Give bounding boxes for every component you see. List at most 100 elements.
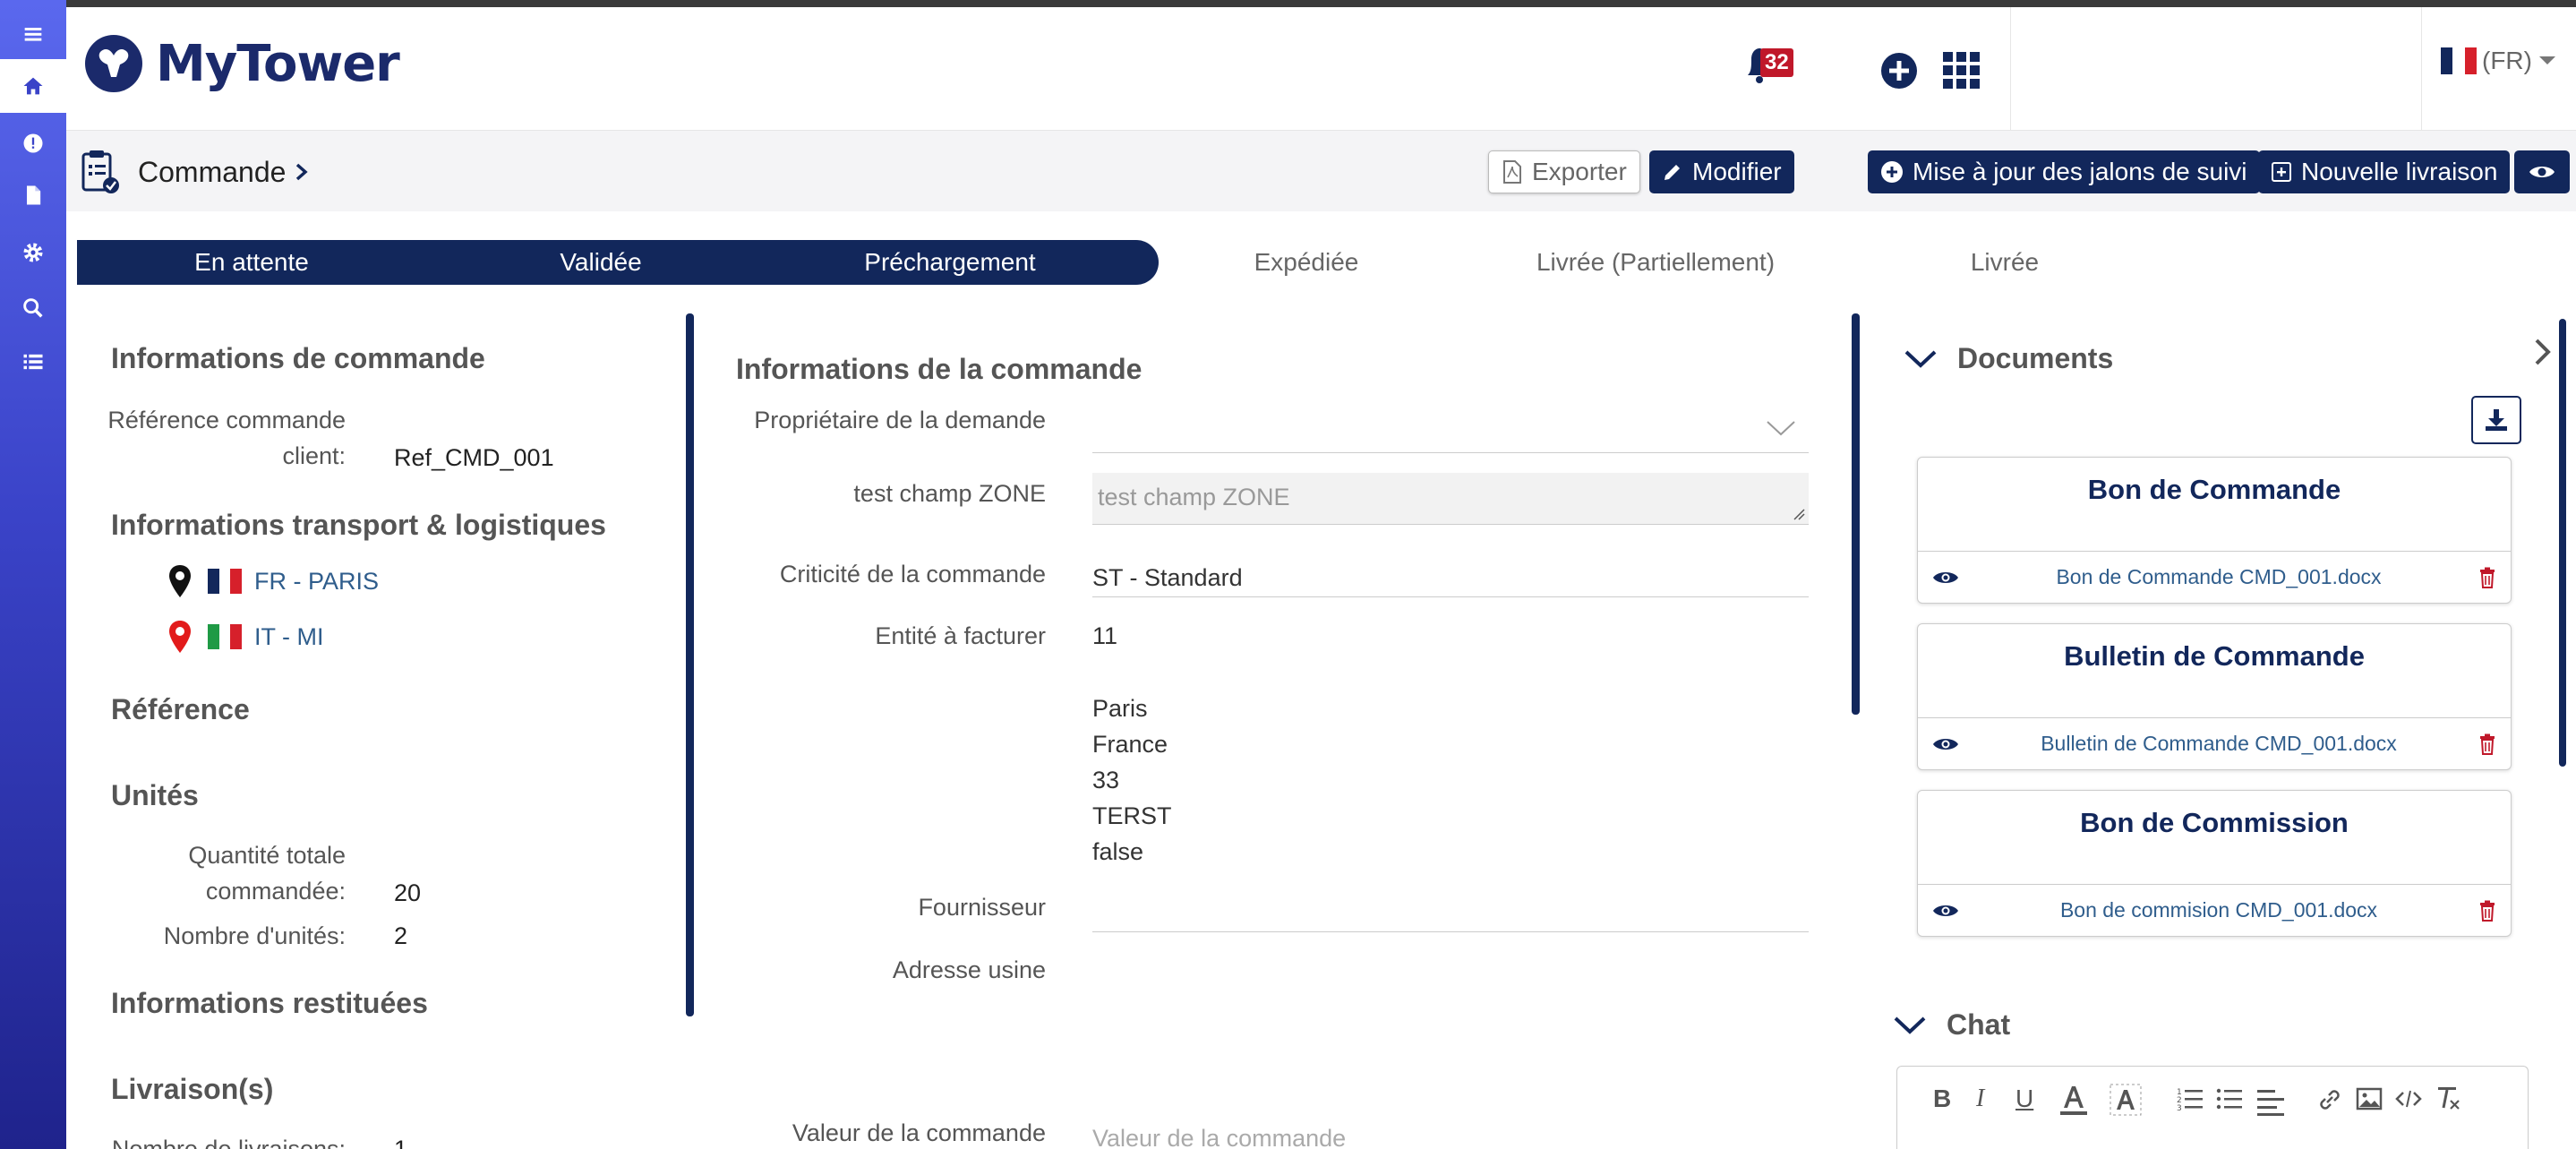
zone-textarea[interactable]: test champ ZONE bbox=[1092, 473, 1809, 525]
italic-button[interactable]: I bbox=[1976, 1085, 1984, 1113]
documents-accordion-header[interactable]: Documents bbox=[1904, 342, 2113, 375]
client-ref-label-cont: client: bbox=[282, 442, 346, 469]
document-footer: Bulletin de Commande CMD_001.docx bbox=[1918, 717, 2511, 769]
billing-address-line: 33 bbox=[1092, 767, 1120, 793]
transport-title: Informations transport & logistiques bbox=[111, 509, 606, 541]
criticity-value[interactable]: ST - Standard bbox=[1092, 564, 1243, 592]
deliveries-count-value: 1 bbox=[394, 1136, 408, 1149]
view-button[interactable] bbox=[2514, 150, 2570, 193]
document-footer: Bon de commision CMD_001.docx bbox=[1918, 884, 2511, 936]
route-destination[interactable]: IT - MI bbox=[168, 620, 324, 654]
svg-text:3: 3 bbox=[2177, 1104, 2182, 1111]
document-footer: Bon de Commande CMD_001.docx bbox=[1918, 551, 2511, 603]
reference-title: Référence bbox=[111, 693, 250, 725]
alert-icon[interactable] bbox=[0, 116, 66, 170]
update-milestones-button[interactable]: Mise à jour des jalons de suivi bbox=[1868, 150, 2260, 193]
billing-entity-value: 11 bbox=[1092, 622, 1118, 649]
bold-button[interactable]: B bbox=[1933, 1085, 1951, 1113]
criticity-underline bbox=[1092, 596, 1809, 597]
units-title: Unités bbox=[111, 779, 199, 811]
collapse-panel-chevron-icon[interactable] bbox=[2532, 337, 2554, 367]
app-header: MyTower bbox=[66, 7, 2576, 131]
clipboard-check-icon bbox=[81, 150, 119, 193]
download-all-button[interactable] bbox=[2471, 396, 2521, 444]
trash-icon[interactable] bbox=[2478, 567, 2496, 588]
chat-accordion-header[interactable]: Chat bbox=[1893, 1008, 2010, 1042]
new-delivery-button[interactable]: Nouvelle livraison bbox=[2258, 150, 2511, 193]
step-prechargement[interactable]: Préchargement bbox=[775, 240, 1125, 285]
total-qty-value: 20 bbox=[394, 879, 422, 906]
app-logo[interactable]: MyTower bbox=[84, 34, 400, 93]
edit-button[interactable]: Modifier bbox=[1649, 150, 1794, 193]
billing-address-line: Paris bbox=[1092, 695, 1148, 722]
units-count-value: 2 bbox=[394, 922, 408, 949]
code-icon[interactable] bbox=[2395, 1088, 2422, 1110]
app-name: MyTower bbox=[156, 34, 400, 93]
document-card: Bon de Commande Bon de Commande CMD_001.… bbox=[1917, 457, 2512, 604]
language-selector[interactable]: (FR) bbox=[2441, 47, 2557, 75]
clear-formatting-icon[interactable] bbox=[2435, 1085, 2461, 1111]
resize-handle-icon[interactable] bbox=[1793, 508, 1805, 520]
export-button[interactable]: Exporter bbox=[1488, 150, 1640, 193]
chevron-down-icon bbox=[1904, 350, 1937, 368]
order-details-title: Informations de la commande bbox=[736, 353, 1143, 385]
document-icon[interactable] bbox=[0, 168, 66, 222]
right-panel-scrollbar[interactable] bbox=[2559, 319, 2566, 767]
ordered-list-icon[interactable]: 123 bbox=[2177, 1086, 2204, 1111]
chevron-right-icon bbox=[296, 163, 309, 181]
step-expediee[interactable]: Expédiée bbox=[1132, 240, 1481, 285]
supplier-field[interactable] bbox=[1092, 878, 1809, 921]
step-livree-partiellement[interactable]: Livrée (Partiellement) bbox=[1481, 240, 1830, 285]
document-file-link[interactable]: Bon de commision CMD_001.docx bbox=[2060, 898, 2377, 922]
list-icon[interactable] bbox=[0, 335, 66, 389]
middle-panel-scrollbar[interactable] bbox=[1852, 313, 1860, 715]
header-divider bbox=[2010, 7, 2011, 131]
returned-info-title: Informations restituées bbox=[111, 987, 428, 1019]
top-strip bbox=[0, 0, 2576, 7]
status-stepper: En attente Validée Préchargement Expédié… bbox=[66, 211, 2576, 313]
underline-button[interactable]: U bbox=[2015, 1085, 2033, 1113]
document-file-link[interactable]: Bulletin de Commande CMD_001.docx bbox=[2041, 732, 2397, 756]
search-icon[interactable] bbox=[0, 281, 66, 335]
order-info-title: Informations de commande bbox=[111, 342, 485, 374]
factory-address-field[interactable] bbox=[1092, 949, 1809, 1057]
eye-icon[interactable] bbox=[1932, 902, 1959, 920]
text-color-icon[interactable] bbox=[2058, 1083, 2089, 1117]
owner-select[interactable] bbox=[1092, 403, 1809, 453]
step-livree[interactable]: Livrée bbox=[1830, 240, 2179, 285]
trash-icon[interactable] bbox=[2478, 733, 2496, 755]
eye-icon[interactable] bbox=[1932, 569, 1959, 587]
order-details-form: Informations de la commande Propriétaire… bbox=[697, 313, 1852, 1149]
route-origin[interactable]: FR - PARIS bbox=[168, 564, 379, 598]
criticity-label: Criticité de la commande bbox=[779, 561, 1046, 587]
bullet-list-icon[interactable] bbox=[2216, 1086, 2243, 1111]
document-card: Bon de Commission Bon de commision CMD_0… bbox=[1917, 790, 2512, 937]
deliveries-title: Livraison(s) bbox=[111, 1073, 274, 1105]
add-circle-icon[interactable] bbox=[1880, 52, 1918, 90]
plus-circle-icon bbox=[1881, 161, 1903, 183]
link-icon[interactable] bbox=[2316, 1086, 2343, 1113]
menu-icon[interactable] bbox=[0, 7, 66, 61]
chevron-down-icon bbox=[1767, 421, 1795, 436]
document-file-link[interactable]: Bon de Commande CMD_001.docx bbox=[2056, 565, 2381, 589]
breadcrumb-current[interactable]: Commande bbox=[138, 156, 286, 189]
home-icon[interactable] bbox=[0, 59, 66, 113]
language-label: (FR) bbox=[2482, 47, 2532, 74]
left-panel-scrollbar[interactable] bbox=[686, 313, 694, 1016]
order-value-input[interactable]: Valeur de la commande bbox=[1092, 1125, 1346, 1149]
step-en-attente[interactable]: En attente bbox=[77, 240, 426, 285]
notifications-count-badge[interactable]: 32 bbox=[1760, 48, 1793, 77]
breadcrumb: Commande bbox=[81, 149, 309, 195]
settings-icon[interactable] bbox=[0, 226, 66, 279]
supplier-label: Fournisseur bbox=[918, 894, 1046, 921]
highlight-color-icon[interactable] bbox=[2109, 1083, 2143, 1117]
step-validee[interactable]: Validée bbox=[426, 240, 775, 285]
trash-icon[interactable] bbox=[2478, 900, 2496, 922]
edit-label: Modifier bbox=[1692, 158, 1782, 185]
align-left-icon[interactable] bbox=[2255, 1086, 2286, 1117]
eye-icon[interactable] bbox=[1932, 735, 1959, 753]
image-icon[interactable] bbox=[2356, 1086, 2383, 1111]
apps-grid-icon[interactable] bbox=[1941, 50, 1982, 91]
zone-label: test champ ZONE bbox=[853, 480, 1046, 507]
order-summary-panel: Informations de commande Référence comma… bbox=[66, 313, 684, 1149]
